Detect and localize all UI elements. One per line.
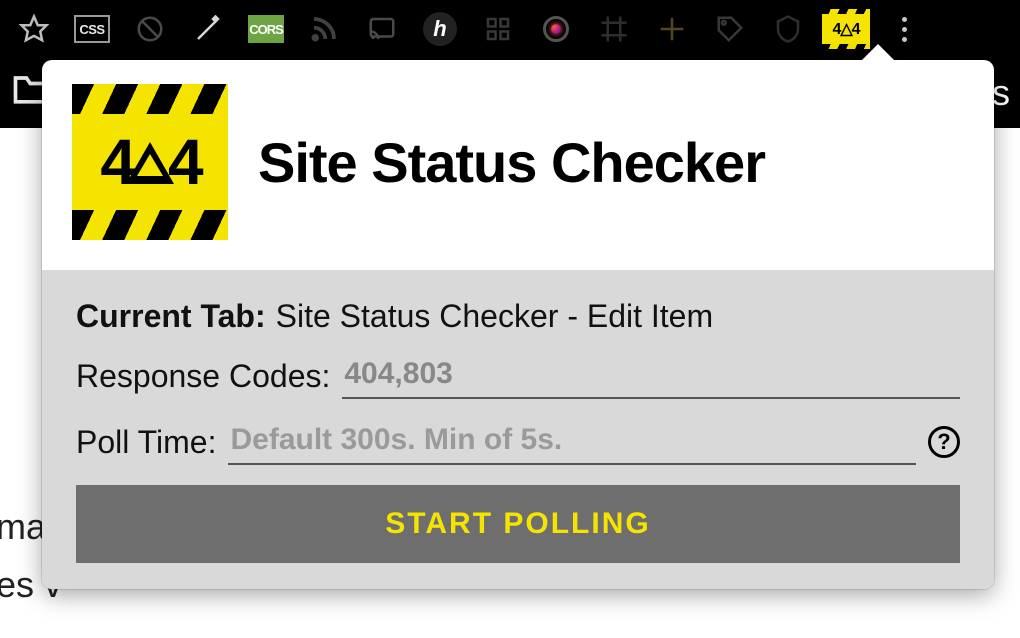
star-icon[interactable] (8, 7, 60, 51)
cors-badge[interactable]: CORS (240, 7, 292, 51)
extension-logo: 44 (72, 84, 228, 240)
popup-title: Site Status Checker (258, 130, 765, 195)
poll-time-label: Poll Time: (76, 424, 216, 461)
poll-time-row: Poll Time: ? (76, 419, 960, 465)
response-codes-input[interactable] (342, 353, 960, 399)
frame-icon[interactable] (588, 7, 640, 51)
current-tab-label: Current Tab: (76, 298, 266, 335)
start-polling-button[interactable]: START POLLING (76, 485, 960, 563)
popup-pointer (860, 44, 896, 62)
wand-icon[interactable] (182, 7, 234, 51)
tag-icon[interactable] (704, 7, 756, 51)
current-tab-value: Site Status Checker - Edit Item (276, 298, 714, 335)
block-icon[interactable] (124, 7, 176, 51)
honey-icon[interactable]: h (414, 7, 466, 51)
css-badge[interactable]: CSS (66, 7, 118, 51)
help-icon[interactable]: ? (928, 426, 960, 458)
cast-icon[interactable] (356, 7, 408, 51)
extension-popup: 44 Site Status Checker Current Tab: Site… (42, 60, 994, 589)
response-codes-row: Response Codes: (76, 353, 960, 399)
rss-icon[interactable] (298, 7, 350, 51)
popup-header: 44 Site Status Checker (42, 60, 994, 270)
poll-time-input[interactable] (228, 419, 916, 465)
response-codes-label: Response Codes: (76, 358, 330, 395)
popup-body: Current Tab: Site Status Checker - Edit … (42, 270, 994, 589)
grid-icon[interactable] (472, 7, 524, 51)
camera-icon[interactable] (530, 7, 582, 51)
current-tab-row: Current Tab: Site Status Checker - Edit … (76, 298, 960, 335)
cross-icon[interactable] (646, 7, 698, 51)
shield-icon[interactable] (762, 7, 814, 51)
